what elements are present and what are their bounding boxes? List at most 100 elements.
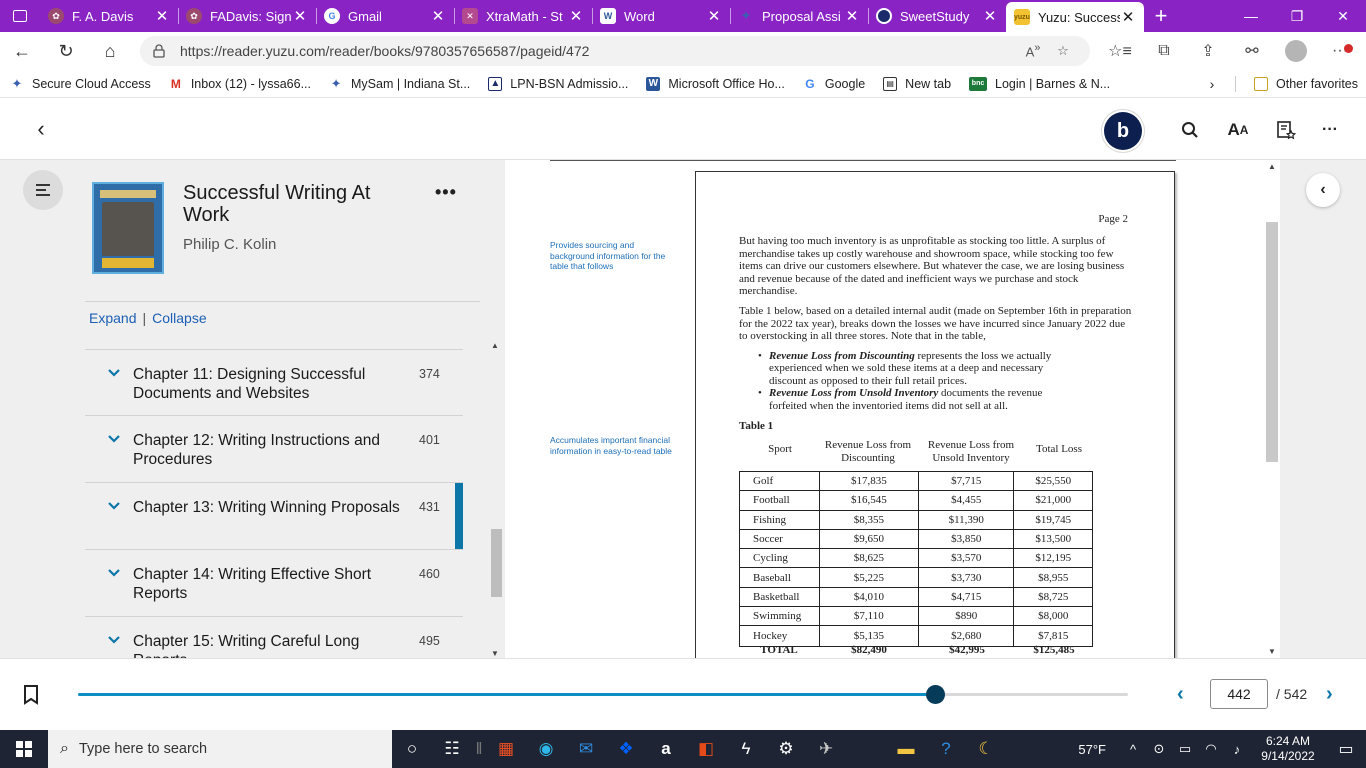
scroll-thumb[interactable] (491, 529, 502, 597)
tray-app-icon[interactable]: ⊙ (1146, 741, 1172, 757)
close-tab-icon[interactable]: ✕ (982, 7, 998, 25)
close-window-icon[interactable]: ✕ (1320, 0, 1366, 32)
refresh-icon[interactable]: ↻ (44, 32, 88, 70)
tab-xtramath[interactable]: ✕ XtraMath - St ✕ (454, 0, 592, 32)
notifications-icon[interactable]: ▭ (1326, 739, 1366, 759)
chevron-down-icon[interactable] (107, 366, 121, 380)
chapter-item-13[interactable]: Chapter 13: Writing Winning Proposals 43… (85, 483, 463, 550)
volume-icon[interactable]: ♪ (1224, 742, 1250, 757)
help-icon[interactable]: ? (926, 730, 966, 768)
user-avatar[interactable]: b (1104, 112, 1142, 150)
read-aloud-icon[interactable]: A» (1018, 42, 1048, 59)
previous-page-icon[interactable]: ‹ (1177, 683, 1184, 706)
share-icon[interactable]: ⇪ (1186, 32, 1230, 70)
page-number-input[interactable] (1210, 679, 1268, 709)
add-favorite-icon[interactable]: ☆ (1048, 43, 1078, 59)
lock-icon[interactable] (152, 44, 166, 58)
widgets-icon[interactable]: ☷ (432, 730, 472, 768)
file-explorer-icon[interactable]: ▬ (886, 730, 926, 768)
tab-fa-davis[interactable]: ✿ F. A. Davis ✕ (40, 0, 178, 32)
page-progress-slider[interactable] (78, 685, 1128, 704)
chevron-down-icon[interactable] (107, 499, 121, 513)
new-tab-button[interactable]: + (1144, 0, 1178, 32)
scroll-up-icon[interactable]: ▲ (1268, 162, 1276, 171)
close-tab-icon[interactable]: ✕ (292, 7, 308, 25)
close-tab-icon[interactable]: ✕ (844, 7, 860, 25)
close-tab-icon[interactable]: ✕ (706, 7, 722, 25)
wifi-icon[interactable]: ◠ (1198, 741, 1224, 757)
back-chevron-icon[interactable]: ‹ (30, 116, 52, 141)
office-icon[interactable]: ◧ (686, 730, 726, 768)
tab-fadavis-sign[interactable]: ✿ FADavis: Sign ✕ (178, 0, 316, 32)
mail-icon[interactable]: ✉ (566, 730, 606, 768)
weather-temperature[interactable]: 57°F (1078, 742, 1106, 757)
favorite-google[interactable]: G Google (793, 77, 873, 91)
chevron-down-icon[interactable] (107, 566, 121, 580)
book-more-icon[interactable]: ••• (435, 182, 457, 203)
minimize-icon[interactable]: — (1228, 0, 1274, 32)
back-icon[interactable]: ← (0, 32, 44, 70)
search-icon[interactable] (1178, 118, 1202, 142)
restore-icon[interactable]: ❐ (1274, 0, 1320, 32)
clock[interactable]: 6:24 AM 9/14/2022 (1250, 734, 1326, 764)
profile-avatar[interactable] (1274, 32, 1318, 70)
bookmark-icon[interactable] (22, 685, 40, 705)
weather-moon-icon[interactable]: ☾ (966, 730, 1006, 768)
settings-gear-icon[interactable]: ⚙ (766, 730, 806, 768)
home-icon[interactable]: ⌂ (88, 32, 132, 70)
notes-star-icon[interactable] (1274, 118, 1298, 142)
dropbox-icon[interactable]: ❖ (606, 730, 646, 768)
store-icon[interactable]: ▦ (486, 730, 526, 768)
app-icon[interactable]: ✈ (806, 730, 846, 768)
close-tab-icon[interactable]: ✕ (568, 7, 584, 25)
tab-word[interactable]: W Word ✕ (592, 0, 730, 32)
tab-gmail[interactable]: G Gmail ✕ (316, 0, 454, 32)
scroll-thumb[interactable] (1266, 222, 1278, 462)
windows-start-icon[interactable] (0, 730, 48, 768)
taskbar-search-field[interactable]: ⌕ Type here to search (48, 730, 392, 768)
other-favorites[interactable]: Other favorites (1244, 76, 1366, 91)
toc-scrollbar[interactable]: ▲ ▼ (489, 341, 503, 658)
text-size-icon[interactable]: AA (1226, 118, 1250, 142)
edge-icon[interactable]: ◉ (526, 730, 566, 768)
settings-more-icon[interactable]: ··· (1318, 32, 1362, 70)
close-tab-icon[interactable]: ✕ (154, 7, 170, 25)
amazon-icon[interactable]: a (646, 730, 686, 768)
scroll-down-icon[interactable]: ▼ (491, 649, 499, 658)
tab-proposal[interactable]: ✦ Proposal Assi ✕ (730, 0, 868, 32)
chapter-item-15[interactable]: Chapter 15: Writing Careful Long Reports… (85, 617, 463, 658)
scroll-down-icon[interactable]: ▼ (1268, 647, 1276, 656)
tab-yuzu[interactable]: yuzu Yuzu: Success ✕ (1006, 2, 1144, 32)
collections-icon[interactable]: ⧉ (1142, 32, 1186, 70)
chevron-up-icon[interactable]: ^ (1120, 742, 1146, 757)
chevron-right-icon[interactable]: › (1197, 76, 1227, 92)
favorites-icon[interactable]: ☆≡ (1098, 32, 1142, 70)
chevron-down-icon[interactable] (107, 432, 121, 446)
open-side-panel-icon[interactable]: ‹ (1306, 173, 1340, 207)
favorite-barnes[interactable]: bnc Login | Barnes & N... (959, 76, 1118, 91)
lightning-icon[interactable]: ϟ (726, 730, 766, 768)
chapter-item-14[interactable]: Chapter 14: Writing Effective Short Repo… (85, 550, 463, 617)
tab-actions-icon[interactable] (0, 0, 40, 32)
favorite-office[interactable]: W Microsoft Office Ho... (636, 76, 792, 91)
extensions-icon[interactable]: ⚯ (1230, 32, 1274, 70)
menu-icon[interactable] (23, 170, 63, 210)
favorite-new-tab[interactable]: ▤ New tab (873, 76, 959, 91)
favorite-lpn-bsn[interactable]: ▲ LPN-BSN Admissio... (478, 76, 636, 91)
progress-handle[interactable] (925, 685, 945, 704)
collapse-link[interactable]: Collapse (152, 310, 206, 326)
chapter-item-12[interactable]: Chapter 12: Writing Instructions and Pro… (85, 416, 463, 483)
scroll-up-icon[interactable]: ▲ (491, 341, 499, 350)
close-tab-icon[interactable]: ✕ (1120, 8, 1136, 26)
more-options-icon[interactable]: ··· (1318, 118, 1342, 142)
favorite-secure-cloud[interactable]: ✦ Secure Cloud Access (0, 76, 159, 91)
chevron-down-icon[interactable] (107, 633, 121, 647)
close-tab-icon[interactable]: ✕ (430, 7, 446, 25)
favorite-inbox[interactable]: M Inbox (12) - lyssa66... (159, 77, 319, 91)
battery-icon[interactable]: ▭ (1172, 741, 1198, 757)
next-page-icon[interactable]: › (1326, 683, 1333, 706)
chapter-item-11[interactable]: Chapter 11: Designing Successful Documen… (85, 349, 463, 416)
url-field[interactable]: https://reader.yuzu.com/reader/books/978… (140, 36, 1090, 66)
page-scrollbar[interactable]: ▲ ▼ (1264, 160, 1280, 658)
favorite-mysam[interactable]: ✦ MySam | Indiana St... (319, 76, 478, 91)
